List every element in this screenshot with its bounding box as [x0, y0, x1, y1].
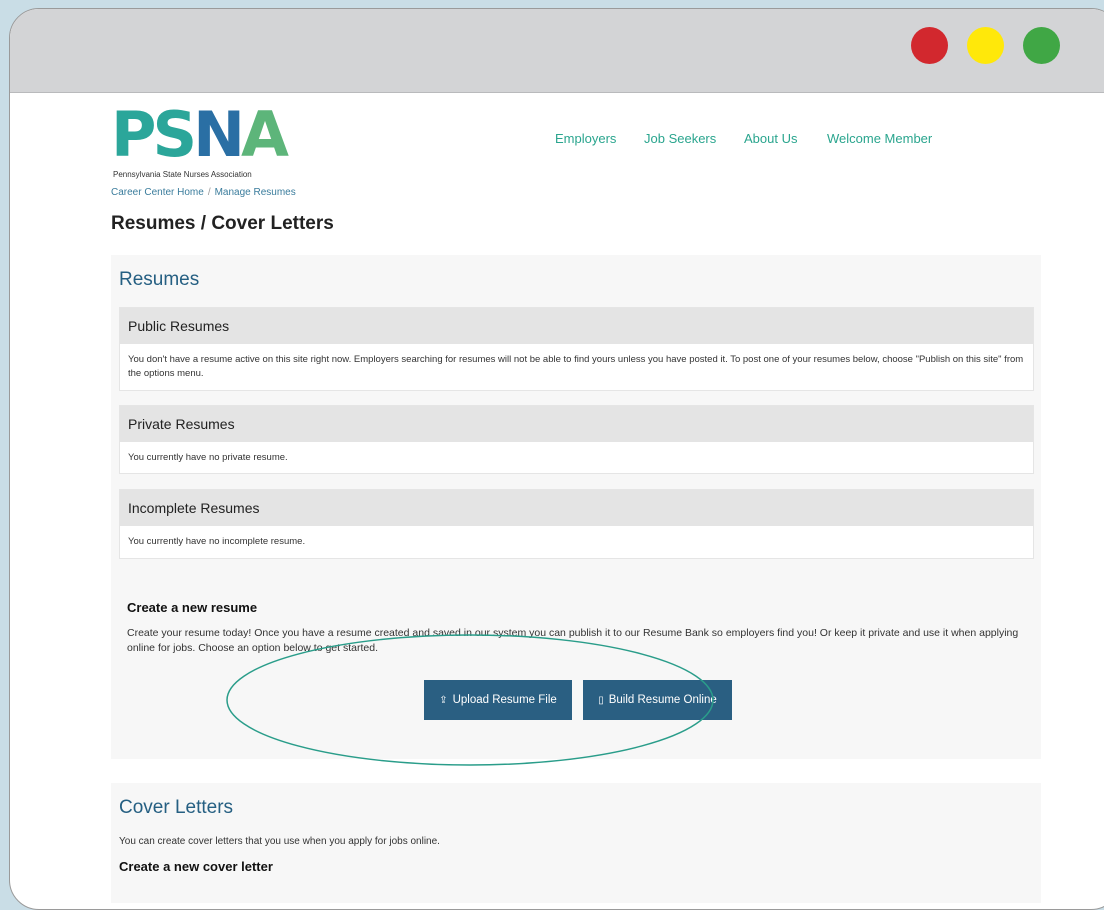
create-resume-title: Create a new resume — [127, 600, 258, 615]
breadcrumb-separator: / — [207, 187, 211, 198]
nav-welcome-member[interactable]: Welcome Member — [827, 131, 932, 146]
page-title: Resumes / Cover Letters — [111, 213, 334, 234]
nav-employers[interactable]: Employers — [555, 131, 616, 146]
close-window-button[interactable] — [911, 27, 948, 64]
upload-resume-label: Upload Resume File — [452, 694, 557, 706]
build-icon: ▯ — [598, 694, 604, 706]
private-resumes-card: Private Resumes You currently have no pr… — [119, 405, 1034, 474]
maximize-window-button[interactable] — [1023, 27, 1060, 64]
create-resume-text: Create your resume today! Once you have … — [127, 627, 1019, 654]
page-content: P S N A Pennsylvania State Nurses Associ… — [10, 93, 1104, 909]
cover-letters-panel: Cover Letters You can create cover lette… — [111, 783, 1041, 903]
top-navigation: Employers Job Seekers About Us Welcome M… — [10, 131, 1104, 151]
public-resumes-header: Public Resumes — [120, 308, 1033, 344]
browser-window: P S N A Pennsylvania State Nurses Associ… — [9, 8, 1104, 910]
breadcrumb: Career Center Home / Manage Resumes — [111, 187, 296, 198]
nav-job-seekers[interactable]: Job Seekers — [644, 131, 716, 146]
cover-letters-title: Cover Letters — [119, 797, 234, 818]
breadcrumb-current[interactable]: Manage Resumes — [215, 187, 296, 198]
incomplete-resumes-header: Incomplete Resumes — [120, 490, 1033, 526]
minimize-window-button[interactable] — [967, 27, 1004, 64]
nav-about-us[interactable]: About Us — [744, 131, 797, 146]
private-resumes-header: Private Resumes — [120, 406, 1033, 442]
build-resume-button[interactable]: ▯ Build Resume Online — [583, 680, 732, 720]
incomplete-resumes-text: You currently have no incomplete resume. — [128, 536, 306, 547]
window-titlebar — [10, 9, 1104, 93]
upload-resume-button[interactable]: ⇪ Upload Resume File — [424, 680, 572, 720]
upload-icon: ⇪ — [439, 694, 448, 706]
incomplete-resumes-card: Incomplete Resumes You currently have no… — [119, 489, 1034, 559]
public-resumes-text: You don't have a resume active on this s… — [128, 354, 1024, 379]
create-cover-letter-title: Create a new cover letter — [119, 859, 273, 874]
breadcrumb-home[interactable]: Career Center Home — [111, 187, 204, 198]
resumes-panel: Resumes Public Resumes You don't have a … — [111, 255, 1041, 759]
public-resumes-card: Public Resumes You don't have a resume a… — [119, 307, 1034, 391]
build-resume-label: Build Resume Online — [608, 694, 717, 706]
private-resumes-text: You currently have no private resume. — [128, 452, 288, 463]
resumes-title: Resumes — [119, 269, 200, 290]
logo-subtitle: Pennsylvania State Nurses Association — [113, 170, 252, 179]
cover-letters-text: You can create cover letters that you us… — [119, 836, 440, 847]
